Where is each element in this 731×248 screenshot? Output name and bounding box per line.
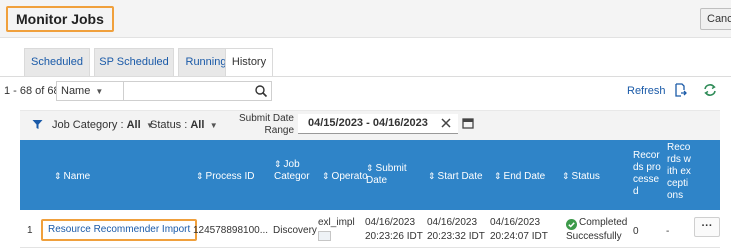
column-header-operator[interactable]: ⇕ Operato bbox=[322, 170, 368, 183]
refresh-settings-icon[interactable] bbox=[703, 83, 717, 97]
search-field-label: Name bbox=[61, 85, 91, 97]
column-header-status[interactable]: ⇕ Status bbox=[562, 170, 600, 183]
page-title: Monitor Jobs bbox=[6, 6, 114, 32]
end-time-cell: 20:24:07 IDT bbox=[490, 231, 548, 242]
column-header-process-id[interactable]: ⇕ Process ID bbox=[196, 170, 254, 183]
job-category-cell: Discovery bbox=[273, 225, 317, 236]
chevron-down-icon: ▼ bbox=[207, 121, 218, 130]
success-check-icon bbox=[566, 219, 577, 230]
clear-icon[interactable] bbox=[440, 117, 452, 129]
status-filter[interactable]: Status : All ▼ bbox=[150, 119, 218, 131]
job-category-filter[interactable]: Job Category : All ▼ bbox=[52, 119, 154, 131]
column-header-records-processed[interactable]: Records processed bbox=[633, 150, 661, 198]
column-header-records-with-exceptions[interactable]: Records with exceptions bbox=[667, 142, 693, 202]
filter-icon bbox=[32, 120, 43, 129]
column-header-name[interactable]: ⇕ Name bbox=[54, 170, 90, 183]
job-category-value: All bbox=[126, 119, 141, 131]
cancel-button[interactable]: Cance bbox=[700, 8, 731, 30]
row-index: 1 bbox=[27, 225, 33, 236]
status-filter-label: Status : bbox=[150, 119, 188, 131]
page-header: Monitor Jobs Cance bbox=[0, 0, 731, 38]
operator-cell: exl_impl bbox=[318, 217, 355, 228]
end-date-cell: 04/16/2023 bbox=[490, 217, 541, 228]
column-header-end-date[interactable]: ⇕ End Date bbox=[494, 170, 545, 183]
start-date-cell: 04/16/2023 bbox=[427, 217, 478, 228]
search-input[interactable] bbox=[124, 81, 272, 101]
chevron-down-icon: ▼ bbox=[95, 87, 104, 96]
records-exceptions-cell: - bbox=[666, 226, 670, 237]
monitor-jobs-page: Monitor Jobs Cance Scheduled SP Schedule… bbox=[0, 0, 731, 248]
submit-date-cell: 04/16/2023 bbox=[365, 217, 416, 228]
column-header-submit-date[interactable]: ⇕ Submit Date bbox=[366, 162, 408, 187]
job-name-link[interactable]: Resource Recommender Import bbox=[41, 219, 198, 241]
results-count: 1 - 68 of 68 bbox=[4, 85, 60, 97]
column-header-start-date[interactable]: ⇕ Start Date bbox=[428, 170, 483, 183]
job-category-label: Job Category : bbox=[52, 119, 124, 131]
tab-history[interactable]: History bbox=[225, 48, 273, 77]
export-icon[interactable] bbox=[673, 83, 687, 97]
tab-sp-scheduled[interactable]: SP Scheduled bbox=[94, 48, 174, 76]
search-field-select[interactable]: Name ▼ bbox=[56, 81, 124, 101]
tabs-divider bbox=[0, 76, 731, 77]
status-text-line2: Successfully bbox=[566, 231, 622, 242]
search-icon[interactable] bbox=[254, 84, 268, 98]
process-id-cell: 124578898100... bbox=[193, 225, 269, 236]
tab-scheduled[interactable]: Scheduled bbox=[24, 48, 90, 76]
start-time-cell: 20:23:32 IDT bbox=[427, 231, 485, 242]
row-actions-button[interactable]: ··· bbox=[694, 217, 720, 237]
submit-date-range-label: Submit Date Range bbox=[238, 113, 294, 136]
submit-date-range-input[interactable]: 04/15/2023 - 04/16/2023 bbox=[298, 114, 458, 134]
submit-time-cell: 20:23:26 IDT bbox=[365, 231, 423, 242]
records-processed-cell: 0 bbox=[633, 226, 639, 237]
status-filter-value: All bbox=[190, 119, 205, 131]
calendar-icon[interactable] bbox=[462, 117, 474, 129]
refresh-link[interactable]: Refresh bbox=[627, 85, 666, 97]
operator-avatar-icon bbox=[318, 231, 331, 241]
column-header-job-category[interactable]: ⇕ Job Categor bbox=[274, 158, 318, 183]
status-text-line1: Completed bbox=[579, 217, 628, 228]
